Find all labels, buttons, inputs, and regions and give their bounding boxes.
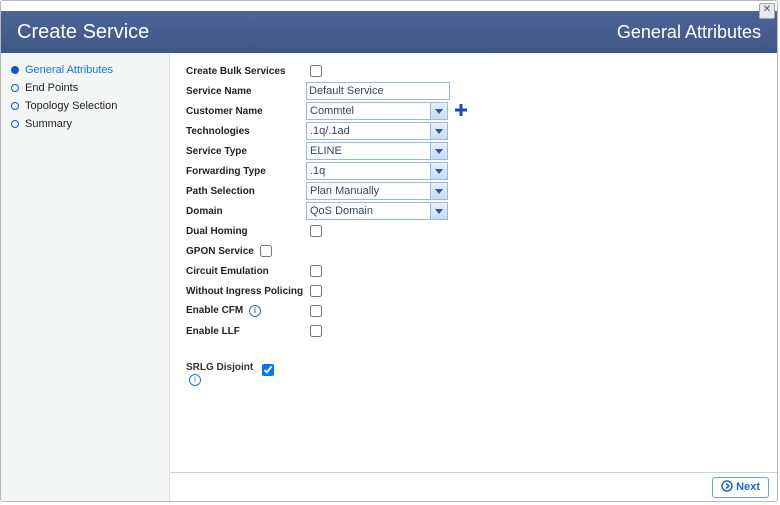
chevron-down-icon — [430, 203, 447, 219]
sidebar-item-label: End Points — [25, 82, 78, 94]
checkbox-gpon-service[interactable] — [260, 245, 272, 257]
label-without-ingress-policing: Without Ingress Policing — [186, 286, 306, 297]
sidebar-item-label: Summary — [25, 118, 72, 130]
sidebar-item-general-attributes[interactable]: General Attributes — [5, 61, 165, 79]
step-title: General Attributes — [617, 22, 761, 43]
row-srlg-disjoint: SRLG Disjoint i — [186, 361, 769, 386]
checkbox-srlg-disjoint[interactable] — [262, 364, 274, 376]
chevron-down-icon — [430, 143, 447, 159]
page-title: Create Service — [17, 21, 149, 44]
row-service-name: Service Name — [186, 81, 769, 101]
row-enable-llf: Enable LLF — [186, 321, 769, 341]
info-icon[interactable]: i — [189, 374, 201, 386]
label-service-name: Service Name — [186, 86, 306, 97]
label-enable-cfm-text: Enable CFM — [186, 305, 243, 316]
next-button-label: Next — [736, 481, 760, 493]
label-gpon-service: GPON Service — [186, 246, 256, 257]
row-technologies: Technologies .1q/.1ad — [186, 121, 769, 141]
input-service-name[interactable] — [306, 82, 450, 100]
label-domain: Domain — [186, 206, 306, 217]
arrow-right-circle-icon — [721, 480, 733, 495]
titlebar-spacer — [1, 1, 777, 11]
step-indicator-icon — [11, 120, 19, 128]
label-enable-llf: Enable LLF — [186, 326, 306, 337]
label-circuit-emulation: Circuit Emulation — [186, 266, 306, 277]
dialog-header: Create Service General Attributes — [1, 11, 777, 53]
row-enable-cfm: Enable CFM i — [186, 301, 769, 321]
chevron-down-icon — [430, 123, 447, 139]
chevron-down-icon — [430, 183, 447, 199]
label-forwarding-type: Forwarding Type — [186, 166, 306, 177]
step-indicator-icon — [11, 66, 19, 74]
label-technologies: Technologies — [186, 126, 306, 137]
dialog-body: General Attributes End Points Topology S… — [1, 53, 777, 501]
row-dual-homing: Dual Homing — [186, 221, 769, 241]
sidebar-item-topology-selection[interactable]: Topology Selection — [5, 97, 165, 115]
checkbox-create-bulk-services[interactable] — [310, 65, 322, 77]
select-service-type-value: ELINE — [310, 145, 342, 157]
info-icon[interactable]: i — [249, 305, 261, 317]
select-forwarding-type[interactable]: .1q — [306, 162, 448, 180]
wizard-sidebar: General Attributes End Points Topology S… — [1, 53, 170, 501]
sidebar-item-end-points[interactable]: End Points — [5, 79, 165, 97]
select-domain-value: QoS Domain — [310, 205, 373, 217]
row-create-bulk-services: Create Bulk Services — [186, 61, 769, 81]
label-enable-cfm: Enable CFM i — [186, 305, 306, 317]
row-gpon-service: GPON Service — [186, 241, 769, 261]
label-create-bulk-services: Create Bulk Services — [186, 66, 306, 77]
sidebar-item-label: General Attributes — [25, 64, 113, 76]
chevron-down-icon — [430, 103, 447, 119]
row-without-ingress-policing: Without Ingress Policing — [186, 281, 769, 301]
add-customer-button[interactable] — [454, 103, 468, 120]
select-path-selection-value: Plan Manually — [310, 185, 379, 197]
chevron-down-icon — [430, 163, 447, 179]
row-service-type: Service Type ELINE — [186, 141, 769, 161]
select-path-selection[interactable]: Plan Manually — [306, 182, 448, 200]
select-customer-name[interactable]: Commtel — [306, 102, 448, 120]
row-path-selection: Path Selection Plan Manually — [186, 181, 769, 201]
row-circuit-emulation: Circuit Emulation — [186, 261, 769, 281]
checkbox-enable-llf[interactable] — [310, 325, 322, 337]
row-forwarding-type: Forwarding Type .1q — [186, 161, 769, 181]
dialog-close-button[interactable]: ✕ — [759, 3, 775, 19]
main-panel: Create Bulk Services Service Name Custom… — [170, 53, 777, 501]
form-area: Create Bulk Services Service Name Custom… — [170, 53, 777, 472]
select-technologies[interactable]: .1q/.1ad — [306, 122, 448, 140]
label-customer-name: Customer Name — [186, 106, 306, 117]
dialog-footer: Next — [170, 472, 777, 501]
label-path-selection: Path Selection — [186, 186, 306, 197]
row-customer-name: Customer Name Commtel — [186, 101, 769, 121]
sidebar-item-label: Topology Selection — [25, 100, 117, 112]
checkbox-circuit-emulation[interactable] — [310, 265, 322, 277]
label-service-type: Service Type — [186, 146, 306, 157]
step-indicator-icon — [11, 102, 19, 110]
checkbox-dual-homing[interactable] — [310, 225, 322, 237]
next-button[interactable]: Next — [712, 477, 769, 498]
label-dual-homing: Dual Homing — [186, 226, 306, 237]
create-service-dialog: ✕ Create Service General Attributes Gene… — [0, 0, 778, 502]
sidebar-item-summary[interactable]: Summary — [5, 115, 165, 133]
plus-icon — [454, 103, 468, 117]
select-service-type[interactable]: ELINE — [306, 142, 448, 160]
select-domain[interactable]: QoS Domain — [306, 202, 448, 220]
select-forwarding-type-value: .1q — [310, 165, 325, 177]
checkbox-without-ingress-policing[interactable] — [310, 285, 322, 297]
row-domain: Domain QoS Domain — [186, 201, 769, 221]
select-technologies-value: .1q/.1ad — [310, 125, 350, 137]
step-indicator-icon — [11, 84, 19, 92]
select-customer-name-value: Commtel — [310, 105, 354, 117]
label-srlg-disjoint: SRLG Disjoint — [186, 362, 253, 373]
checkbox-enable-cfm[interactable] — [310, 305, 322, 317]
